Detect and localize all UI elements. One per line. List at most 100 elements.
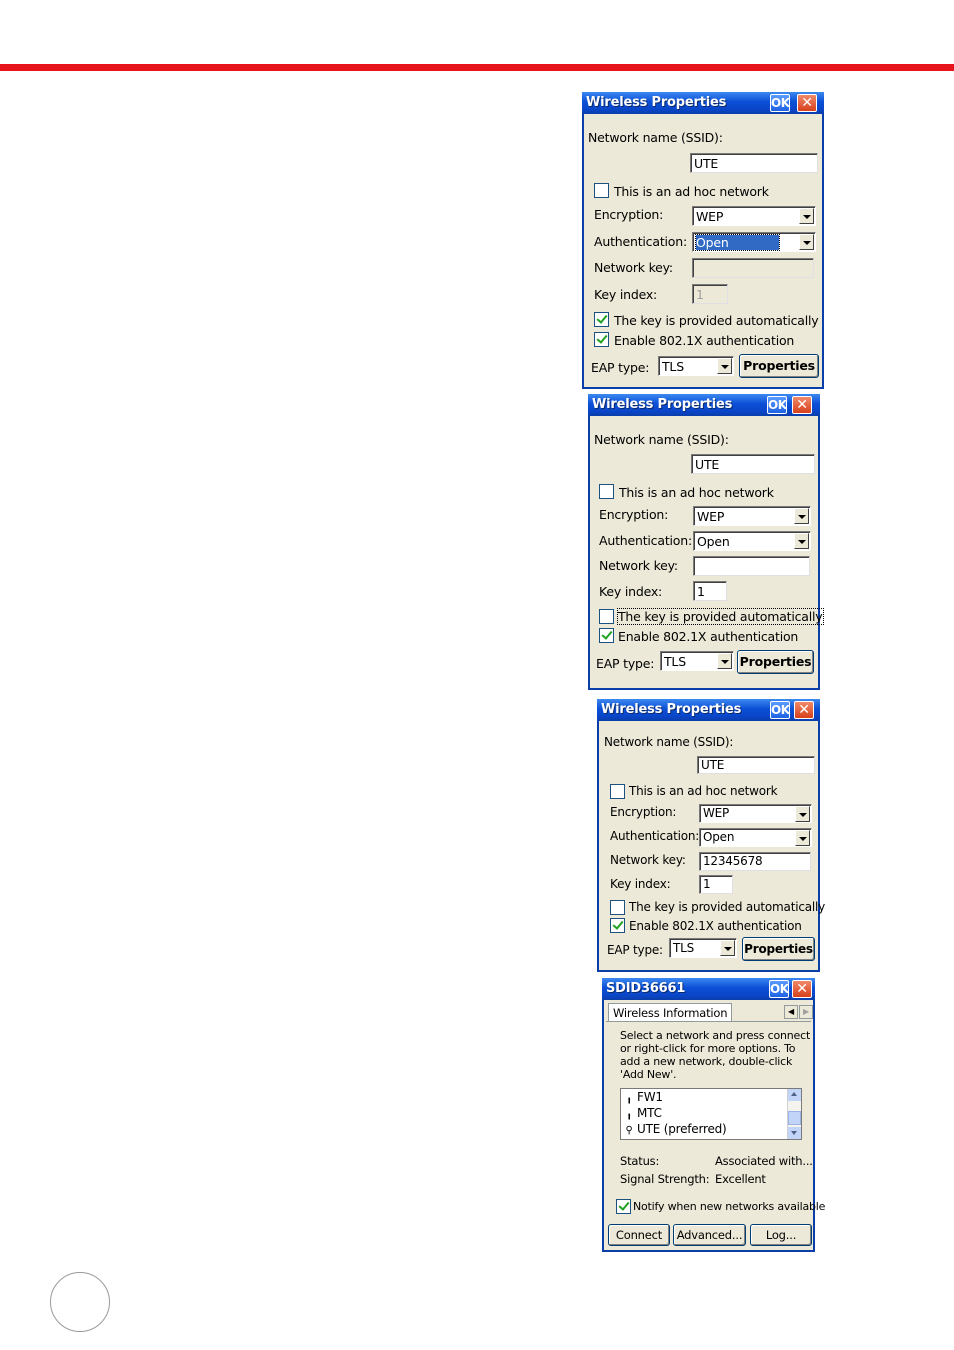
eap-type-select[interactable]: TLS [669, 938, 737, 958]
adhoc-checkbox[interactable] [599, 484, 614, 499]
page-number-circle [50, 1272, 110, 1332]
adhoc-checkbox[interactable] [610, 784, 625, 799]
authentication-select[interactable]: Open [699, 828, 812, 847]
enable-8021x-label: Enable 802.1X authentication [629, 919, 802, 933]
log-button[interactable]: Log... [750, 1224, 812, 1246]
advanced-button[interactable]: Advanced... [673, 1224, 746, 1246]
chevron-down-icon[interactable] [794, 533, 809, 549]
adhoc-label: This is an ad hoc network [614, 184, 769, 199]
close-icon[interactable]: ✕ [794, 701, 814, 719]
network-key-input[interactable]: 12345678 [699, 852, 811, 871]
key-auto-checkbox[interactable] [610, 900, 625, 915]
encryption-select[interactable]: WEP [699, 804, 812, 823]
key-index-input[interactable]: 1 [699, 875, 733, 894]
ok-button[interactable]: OK [767, 396, 787, 414]
instructions-line-4: 'Add New'. [620, 1068, 677, 1081]
eap-type-label: EAP type: [591, 360, 650, 375]
network-list[interactable]: ╻ FW1 ╻ MTC ⚲ UTE (preferred) [620, 1088, 802, 1140]
dialog-title: Wireless Properties [592, 397, 733, 412]
properties-button[interactable]: Properties [739, 354, 819, 378]
ok-button[interactable]: OK [770, 94, 790, 112]
dialog-titlebar: Wireless Properties OK ✕ [588, 394, 820, 416]
scroll-thumb[interactable] [788, 1111, 801, 1125]
key-auto-checkbox[interactable] [594, 312, 609, 327]
signal-strength-value: Excellent [715, 1172, 766, 1186]
key-index-input[interactable]: 1 [692, 284, 728, 304]
network-key-label: Network key: [610, 853, 686, 867]
list-item[interactable]: ⚲ UTE (preferred) [625, 1122, 727, 1136]
chevron-down-icon[interactable] [799, 234, 814, 250]
antenna-icon: ╻ [626, 1109, 632, 1120]
eap-type-select[interactable]: TLS [660, 651, 734, 671]
network-key-label: Network key: [594, 260, 673, 275]
tab-wireless-information[interactable]: Wireless Information [608, 1003, 733, 1022]
eap-type-label: EAP type: [596, 656, 655, 671]
scroll-up-icon[interactable] [788, 1089, 801, 1101]
authentication-select[interactable]: Open [693, 531, 811, 551]
chevron-down-icon[interactable] [795, 806, 810, 822]
dialog-titlebar: Wireless Properties OK ✕ [597, 699, 820, 721]
scroll-down-icon[interactable] [788, 1127, 801, 1139]
ssid-input[interactable]: UTE [691, 454, 815, 474]
close-icon[interactable]: ✕ [792, 396, 812, 414]
enable-8021x-checkbox[interactable] [599, 628, 614, 643]
ssid-input[interactable]: UTE [690, 153, 818, 173]
notify-checkbox[interactable] [616, 1199, 631, 1214]
status-value: Associated with... [715, 1154, 813, 1168]
key-index-input[interactable]: 1 [693, 581, 727, 601]
dialog-title: SDID36661 [606, 981, 686, 996]
dialog-title: Wireless Properties [586, 95, 727, 110]
key-index-label: Key index: [594, 287, 658, 302]
close-icon[interactable]: ✕ [797, 94, 817, 112]
chevron-down-icon[interactable] [794, 508, 809, 524]
network-key-input[interactable] [693, 556, 810, 576]
chevron-down-icon[interactable] [720, 940, 735, 956]
enable-8021x-checkbox[interactable] [610, 918, 625, 933]
antenna-icon: ╻ [626, 1093, 632, 1104]
instructions-line-1: Select a network and press connect [620, 1029, 811, 1042]
adhoc-label: This is an ad hoc network [619, 485, 774, 500]
encryption-select[interactable]: WEP [693, 506, 811, 526]
wireless-properties-dialog-1: Wireless Properties OK ✕ Network name (S… [582, 92, 824, 389]
authentication-select[interactable]: Open [692, 232, 816, 252]
properties-button[interactable]: Properties [742, 937, 815, 961]
chevron-down-icon[interactable] [717, 358, 732, 374]
network-name: FW1 [637, 1090, 663, 1104]
chevron-down-icon[interactable] [799, 208, 814, 224]
chevron-down-icon[interactable] [717, 653, 732, 669]
eap-type-value: TLS [664, 654, 686, 669]
chevron-right-icon[interactable]: ▶ [799, 1005, 813, 1019]
wireless-properties-dialog-2: Wireless Properties OK ✕ Network name (S… [588, 394, 824, 690]
eap-type-value: TLS [673, 941, 695, 955]
list-item[interactable]: ╻ MTC [625, 1106, 662, 1120]
enable-8021x-checkbox[interactable] [594, 332, 609, 347]
header-red-rule [0, 64, 954, 71]
ssid-input[interactable]: UTE [697, 756, 815, 774]
eap-type-label: EAP type: [607, 943, 663, 957]
authentication-label: Authentication: [599, 533, 692, 548]
connect-button[interactable]: Connect [608, 1224, 670, 1246]
properties-button[interactable]: Properties [737, 650, 814, 674]
ok-button[interactable]: OK [769, 980, 789, 998]
list-scrollbar[interactable] [787, 1089, 801, 1139]
key-auto-checkbox[interactable] [599, 609, 614, 624]
chevron-down-icon[interactable] [795, 830, 810, 846]
close-icon[interactable]: ✕ [792, 980, 812, 998]
encryption-select[interactable]: WEP [692, 206, 816, 226]
network-key-label: Network key: [599, 558, 678, 573]
tab-panel-divider [606, 1021, 811, 1022]
key-auto-label: The key is provided automatically [617, 608, 824, 625]
eap-type-select[interactable]: TLS [658, 356, 734, 376]
ok-button[interactable]: OK [770, 701, 790, 719]
key-index-label: Key index: [610, 877, 671, 891]
adhoc-checkbox[interactable] [594, 183, 609, 198]
network-name: UTE (preferred) [637, 1122, 727, 1136]
encryption-value: WEP [696, 209, 724, 224]
dialog-titlebar: Wireless Properties OK ✕ [582, 92, 824, 114]
eap-type-value: TLS [662, 359, 684, 374]
adhoc-label: This is an ad hoc network [629, 784, 778, 798]
chevron-left-icon[interactable]: ◀ [784, 1005, 798, 1019]
network-key-input[interactable] [692, 258, 814, 278]
encryption-label: Encryption: [599, 507, 669, 522]
list-item[interactable]: ╻ FW1 [625, 1090, 663, 1104]
